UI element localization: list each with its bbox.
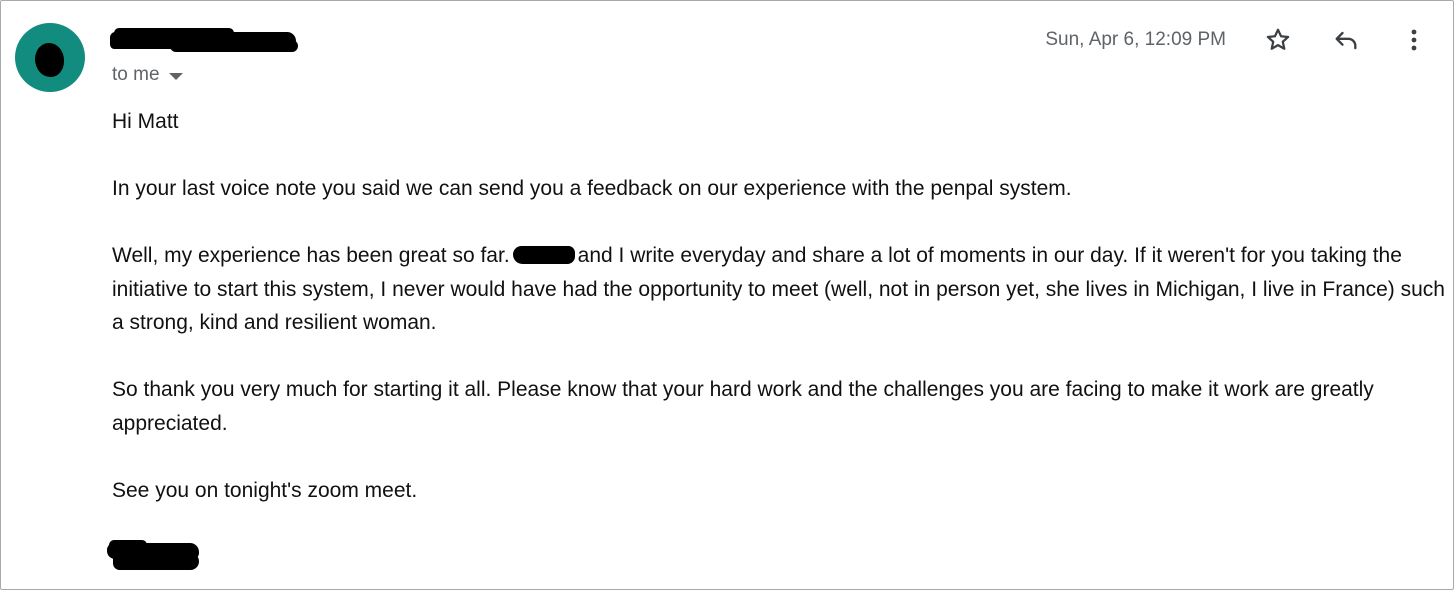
more-options-button[interactable]	[1396, 22, 1432, 58]
email-paragraph-2: Well, my experience has been great so fa…	[112, 239, 1447, 340]
sender-name-redacted[interactable]	[110, 28, 298, 52]
email-paragraph-4: See you on tonight's zoom meet.	[112, 478, 418, 502]
more-vert-icon	[1402, 26, 1426, 54]
recipients-toggle[interactable]: to me	[112, 63, 183, 87]
email-paragraph-1: In your last voice note you said we can …	[112, 177, 1072, 200]
email-body: Hi Matt In your last voice note you said…	[112, 105, 1447, 541]
reply-icon	[1332, 26, 1360, 54]
recipients-label: to me	[112, 64, 160, 85]
redacted-name	[512, 246, 575, 264]
paragraph-2-start: Well, my experience has been great so fa…	[112, 244, 510, 267]
avatar-redaction	[35, 43, 64, 77]
star-button[interactable]	[1260, 22, 1296, 58]
message-timestamp: Sun, Apr 6, 12:09 PM	[1045, 29, 1226, 50]
email-paragraph-3: So thank you very much for starting it a…	[112, 378, 1374, 435]
star-icon	[1264, 26, 1292, 54]
email-greeting: Hi Matt	[112, 110, 179, 133]
reply-button[interactable]	[1328, 22, 1364, 58]
signature-redacted	[107, 540, 203, 572]
sender-avatar[interactable]	[15, 23, 85, 92]
chevron-down-icon[interactable]	[168, 72, 183, 80]
